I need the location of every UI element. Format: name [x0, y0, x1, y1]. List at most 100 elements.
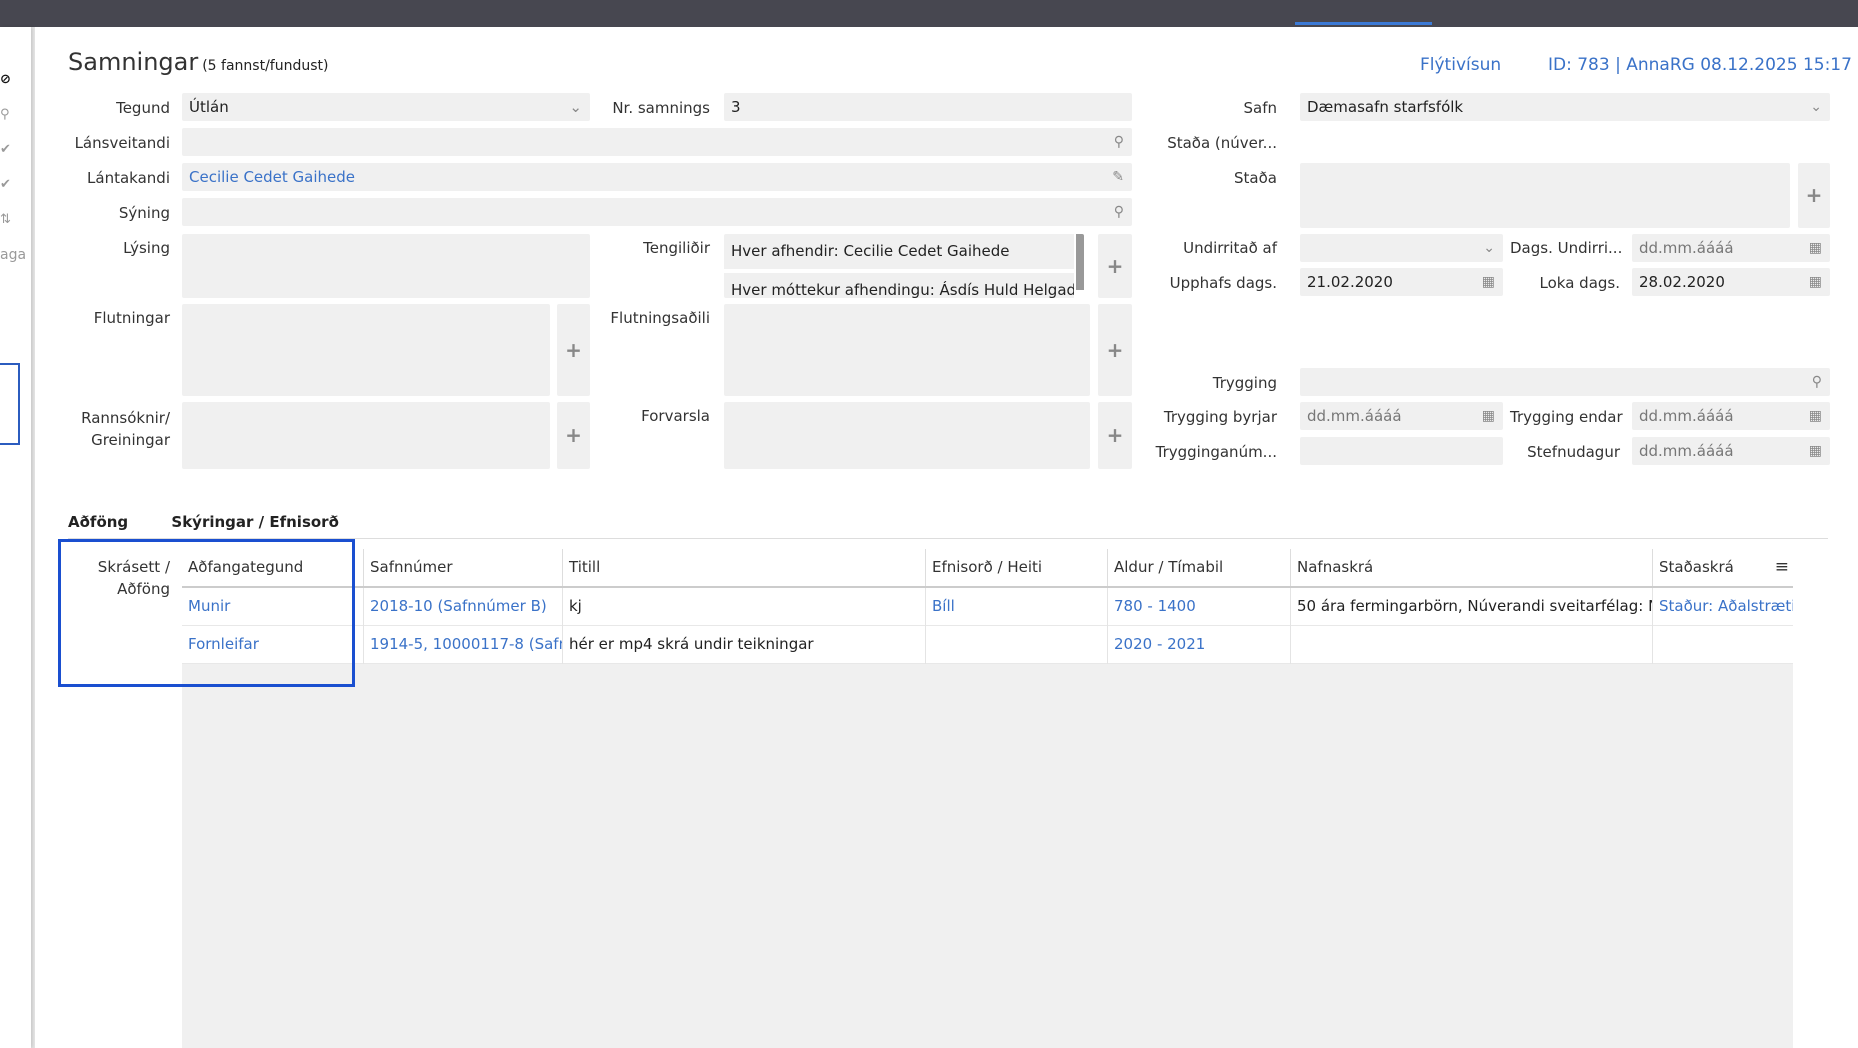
- tryggingnum-input[interactable]: [1300, 437, 1503, 465]
- top-navbar: [0, 0, 1858, 27]
- calendar-icon[interactable]: ▦: [1482, 268, 1495, 296]
- cell-efnisord[interactable]: Bíll: [926, 588, 1108, 626]
- cell-stadaskra[interactable]: [1653, 626, 1793, 664]
- tegund-select[interactable]: Útlán ⌄: [182, 93, 590, 121]
- tengilidir-item[interactable]: Hver móttekur afhendingu: Ásdís Huld Hel…: [724, 273, 1074, 298]
- dags-undirr-input[interactable]: dd.mm.áááá ▦: [1632, 234, 1830, 262]
- add-rannsoknir-button[interactable]: +: [557, 402, 590, 469]
- upphafs-input[interactable]: 21.02.2020 ▦: [1300, 268, 1503, 296]
- lansveitandi-input[interactable]: ⚲: [182, 128, 1132, 156]
- lantakandi-link[interactable]: Cecilie Cedet Gaihede: [189, 168, 355, 186]
- forvarsla-area[interactable]: [724, 402, 1090, 469]
- trygging-byrjar-placeholder: dd.mm.áááá: [1307, 407, 1402, 425]
- rannsoknir-label: Rannsóknir/ Greiningar: [35, 407, 170, 451]
- cell-safnnumer[interactable]: 1914-5, 10000117-8 (Safnr: [364, 626, 563, 664]
- loka-label: Loka dags.: [1539, 274, 1620, 292]
- nr-input[interactable]: 3: [724, 93, 1132, 121]
- block-icon[interactable]: ⊘: [0, 72, 11, 87]
- tegund-value: Útlán: [189, 98, 229, 116]
- active-tab-indicator: [1295, 22, 1432, 25]
- chevron-down-icon: ⌄: [1810, 99, 1822, 115]
- tab-adfong[interactable]: Aðföng: [68, 513, 128, 531]
- search-icon[interactable]: ⚲: [1114, 198, 1124, 226]
- quick-help-link[interactable]: Flýtivísun: [1420, 55, 1501, 75]
- trygging-endar-placeholder: dd.mm.áááá: [1639, 407, 1734, 425]
- check-all-icon[interactable]: ✔: [0, 177, 11, 192]
- col-stadaskra[interactable]: Staðaskrá: [1653, 549, 1793, 586]
- forvarsla-label: Forvarsla: [641, 407, 710, 425]
- rannsoknir-label-line1: Rannsóknir/: [81, 409, 170, 427]
- tab-skyringar[interactable]: Skýringar / Efnisorð: [171, 513, 338, 531]
- cell-aldur[interactable]: 780 - 1400: [1108, 588, 1291, 626]
- add-flutningsadili-button[interactable]: +: [1098, 304, 1132, 396]
- col-efnisord[interactable]: Efnisorð / Heiti: [926, 549, 1108, 586]
- stada-area[interactable]: [1300, 163, 1790, 228]
- col-aldur[interactable]: Aldur / Tímabil: [1108, 549, 1291, 586]
- search-icon[interactable]: ⚲: [0, 107, 10, 122]
- sort-icon[interactable]: ⇅: [0, 212, 11, 227]
- safn-label: Safn: [1243, 99, 1277, 117]
- menu-icon[interactable]: ≡: [1775, 549, 1789, 586]
- cell-safnnumer[interactable]: 2018-10 (Safnnúmer B): [364, 588, 563, 626]
- cell-aldur[interactable]: 2020 - 2021: [1108, 626, 1291, 664]
- section-tabs: Aðföng Skýringar / Efnisorð: [68, 513, 339, 531]
- col-safnnumer[interactable]: Safnnúmer: [364, 549, 563, 586]
- left-toolbar: ⊘ ⚲ ✔ ✔ ⇅ aga: [0, 27, 31, 1048]
- cell-efnisord[interactable]: [926, 626, 1108, 664]
- undirritad-select[interactable]: ⌄: [1300, 234, 1503, 262]
- trygging-label: Trygging: [1212, 374, 1277, 392]
- cell-titill: hér er mp4 skrá undir teikningar: [563, 626, 926, 664]
- add-tengilidir-button[interactable]: +: [1098, 234, 1132, 298]
- dags-undirr-placeholder: dd.mm.áááá: [1639, 239, 1734, 257]
- calendar-icon[interactable]: ▦: [1809, 437, 1822, 465]
- scrollbar[interactable]: [1076, 234, 1084, 290]
- trygging-endar-label: Trygging endar: [1510, 408, 1623, 426]
- add-flutningar-button[interactable]: +: [557, 304, 590, 396]
- syning-input[interactable]: ⚲: [182, 198, 1132, 226]
- chevron-down-icon: ⌄: [1483, 240, 1495, 256]
- table-row[interactable]: Munir 2018-10 (Safnnúmer B) kj Bíll 780 …: [182, 588, 1793, 626]
- calendar-icon[interactable]: ▦: [1809, 268, 1822, 296]
- adfong-table: Aðfangategund Safnnúmer Titill Efnisorð …: [182, 549, 1793, 1048]
- loka-input[interactable]: 28.02.2020 ▦: [1632, 268, 1830, 296]
- tengilidir-list[interactable]: Hver afhendir: Cecilie Cedet Gaihede Hve…: [724, 234, 1084, 298]
- trygging-endar-input[interactable]: dd.mm.áááá ▦: [1632, 402, 1830, 430]
- search-icon[interactable]: ⚲: [1812, 368, 1822, 396]
- result-count: (5 fannst/fundust): [202, 58, 329, 74]
- add-forvarsla-button[interactable]: +: [1098, 402, 1132, 469]
- col-nafnaskra[interactable]: Nafnaskrá: [1291, 549, 1653, 586]
- tengilidir-label: Tengiliðir: [643, 239, 710, 257]
- table-row[interactable]: Fornleifar 1914-5, 10000117-8 (Safnr hér…: [182, 626, 1793, 664]
- syning-label: Sýning: [118, 204, 170, 222]
- add-stada-button[interactable]: +: [1798, 163, 1830, 228]
- stada-nuver-label: Staða (núver...: [1167, 134, 1277, 152]
- table-header: Aðfangategund Safnnúmer Titill Efnisorð …: [182, 549, 1793, 588]
- rannsoknir-area[interactable]: [182, 402, 550, 469]
- dags-undirr-label: Dags. Undirri...: [1510, 239, 1623, 257]
- lysing-textarea[interactable]: [182, 234, 590, 298]
- flutningar-area[interactable]: [182, 304, 550, 396]
- side-selection-frame: [0, 363, 20, 445]
- undirritad-label: Undirritað af: [1183, 239, 1277, 257]
- flutningsadili-area[interactable]: [724, 304, 1090, 396]
- stefnudagur-label: Stefnudagur: [1527, 443, 1620, 461]
- check-icon[interactable]: ✔: [0, 142, 11, 157]
- page-title-text: Samningar: [68, 48, 199, 76]
- side-link[interactable]: aga: [0, 247, 26, 263]
- pencil-icon[interactable]: ✎: [1112, 163, 1124, 191]
- calendar-icon[interactable]: ▦: [1809, 402, 1822, 430]
- stefnudagur-input[interactable]: dd.mm.áááá ▦: [1632, 437, 1830, 465]
- tengilidir-item[interactable]: Hver afhendir: Cecilie Cedet Gaihede: [724, 234, 1074, 269]
- calendar-icon[interactable]: ▦: [1482, 402, 1495, 430]
- rannsoknir-label-line2: Greiningar: [91, 431, 170, 449]
- safn-select[interactable]: Dæmasafn starfsfólk ⌄: [1300, 93, 1830, 121]
- trygging-input[interactable]: ⚲: [1300, 368, 1830, 396]
- safn-value: Dæmasafn starfsfólk: [1307, 98, 1464, 116]
- trygging-byrjar-input[interactable]: dd.mm.áááá ▦: [1300, 402, 1503, 430]
- col-titill[interactable]: Titill: [563, 549, 926, 586]
- cell-stadaskra[interactable]: Staður: Aðalstræti 1, 10: [1653, 588, 1793, 626]
- record-info: ID: 783 | AnnaRG 08.12.2025 15:17: [1548, 55, 1852, 75]
- lantakandi-input[interactable]: Cecilie Cedet Gaihede ✎: [182, 163, 1132, 191]
- search-icon[interactable]: ⚲: [1114, 128, 1124, 156]
- calendar-icon[interactable]: ▦: [1809, 234, 1822, 262]
